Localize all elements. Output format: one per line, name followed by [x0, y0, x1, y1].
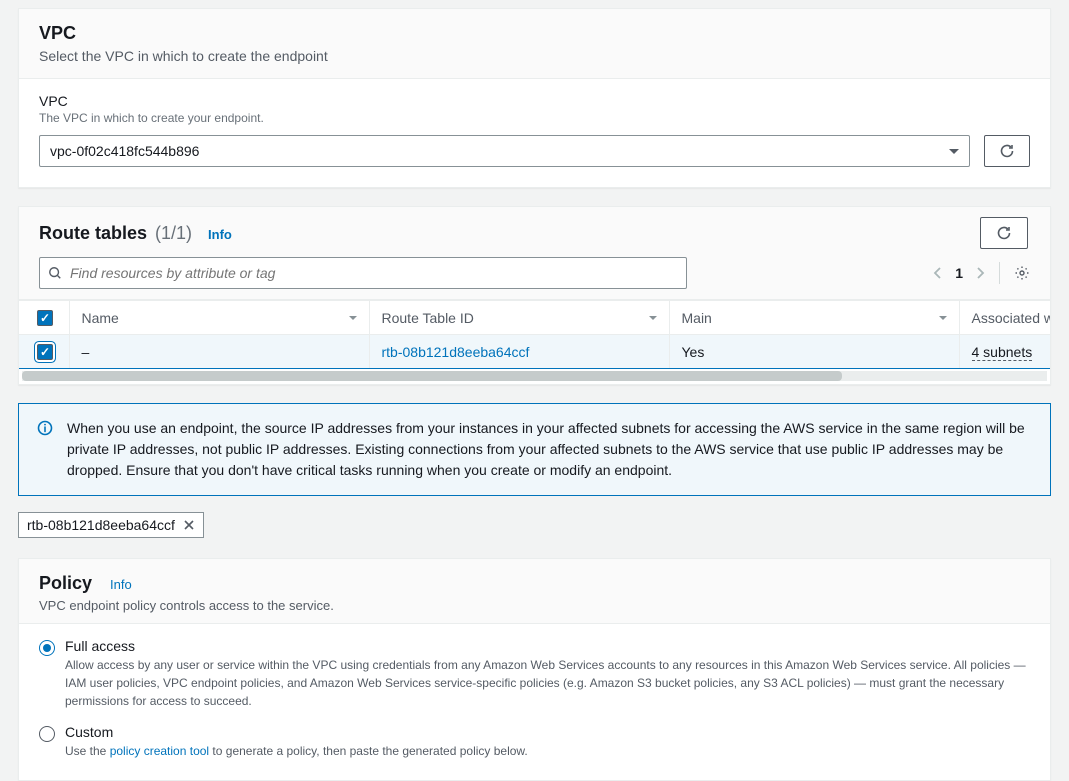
- route-tables-refresh-button[interactable]: [980, 217, 1028, 249]
- search-icon: [48, 266, 62, 280]
- select-all-checkbox[interactable]: ✓: [37, 310, 53, 326]
- route-tables-controls: 1: [19, 251, 1050, 300]
- policy-body: Full access Allow access by any user or …: [19, 624, 1050, 780]
- pagination: 1: [933, 262, 1030, 284]
- route-tables-header: Route tables (1/1) Info: [19, 207, 1050, 251]
- vpc-subtitle: Select the VPC in which to create the en…: [39, 48, 1030, 64]
- cell-assoc[interactable]: 4 subnets: [972, 344, 1033, 361]
- radio-custom[interactable]: [39, 726, 55, 742]
- route-tables-info-link[interactable]: Info: [208, 227, 232, 242]
- info-icon: [37, 420, 53, 481]
- vpc-refresh-button[interactable]: [984, 135, 1030, 167]
- radio-label: Custom: [65, 724, 528, 740]
- radio-desc: Use the policy creation tool to generate…: [65, 742, 528, 760]
- policy-header: Policy Info VPC endpoint policy controls…: [19, 559, 1050, 624]
- page-number: 1: [955, 265, 963, 281]
- policy-panel: Policy Info VPC endpoint policy controls…: [18, 558, 1051, 781]
- col-header-assoc[interactable]: Associated with: [959, 301, 1050, 335]
- table-row[interactable]: ✓ – rtb-08b121d8eeba64ccf Yes 4 subnets: [19, 335, 1050, 369]
- policy-info-link[interactable]: Info: [110, 577, 132, 592]
- sort-caret-icon: [939, 316, 947, 320]
- col-header-name[interactable]: Name: [69, 301, 369, 335]
- refresh-icon: [999, 143, 1015, 159]
- vpc-field-label: VPC: [39, 93, 1030, 109]
- route-tables-search-input[interactable]: [68, 264, 678, 282]
- vpc-title: VPC: [39, 23, 1030, 44]
- radio-desc: Allow access by any user or service with…: [65, 656, 1030, 710]
- next-page-button[interactable]: [975, 266, 985, 280]
- policy-option-custom[interactable]: Custom Use the policy creation tool to g…: [39, 724, 1030, 760]
- chip-label: rtb-08b121d8eeba64ccf: [27, 517, 175, 533]
- cell-rtid-link[interactable]: rtb-08b121d8eeba64ccf: [382, 344, 530, 360]
- selected-route-table-chip: rtb-08b121d8eeba64ccf: [18, 512, 204, 538]
- alert-text: When you use an endpoint, the source IP …: [67, 418, 1032, 481]
- scrollbar-thumb[interactable]: [22, 371, 842, 381]
- policy-creation-tool-link[interactable]: policy creation tool: [110, 744, 209, 758]
- radio-label: Full access: [65, 638, 1030, 654]
- vpc-field-hint: The VPC in which to create your endpoint…: [39, 111, 1030, 125]
- vpc-panel-header: VPC Select the VPC in which to create th…: [19, 9, 1050, 79]
- refresh-icon: [996, 225, 1012, 241]
- cell-main: Yes: [669, 335, 959, 369]
- route-tables-table: ✓ Name Route Table ID Main Associated wi…: [19, 300, 1050, 369]
- policy-option-full[interactable]: Full access Allow access by any user or …: [39, 638, 1030, 710]
- vpc-panel: VPC Select the VPC in which to create th…: [18, 8, 1051, 188]
- route-tables-title: Route tables: [39, 223, 147, 244]
- radio-full-access[interactable]: [39, 640, 55, 656]
- sort-caret-icon: [349, 316, 357, 320]
- col-header-rtid[interactable]: Route Table ID: [369, 301, 669, 335]
- route-tables-search[interactable]: [39, 257, 687, 289]
- chevron-down-icon: [949, 149, 959, 154]
- policy-title: Policy: [39, 573, 92, 594]
- row-checkbox[interactable]: ✓: [37, 344, 53, 360]
- vpc-panel-body: VPC The VPC in which to create your endp…: [19, 79, 1050, 187]
- vpc-select[interactable]: vpc-0f02c418fc544b896: [39, 135, 970, 167]
- endpoint-info-alert: When you use an endpoint, the source IP …: [18, 403, 1051, 496]
- chip-remove-button[interactable]: [183, 519, 195, 531]
- cell-name: –: [69, 335, 369, 369]
- divider: [999, 262, 1000, 284]
- sort-caret-icon: [649, 316, 657, 320]
- col-header-main[interactable]: Main: [669, 301, 959, 335]
- prev-page-button[interactable]: [933, 266, 943, 280]
- settings-gear-icon[interactable]: [1014, 265, 1030, 281]
- route-tables-panel: Route tables (1/1) Info 1: [18, 206, 1051, 385]
- route-tables-count: (1/1): [155, 223, 192, 244]
- horizontal-scrollbar[interactable]: [22, 371, 1047, 381]
- close-icon: [183, 519, 195, 531]
- vpc-select-value: vpc-0f02c418fc544b896: [50, 143, 199, 159]
- policy-subtitle: VPC endpoint policy controls access to t…: [39, 598, 1030, 613]
